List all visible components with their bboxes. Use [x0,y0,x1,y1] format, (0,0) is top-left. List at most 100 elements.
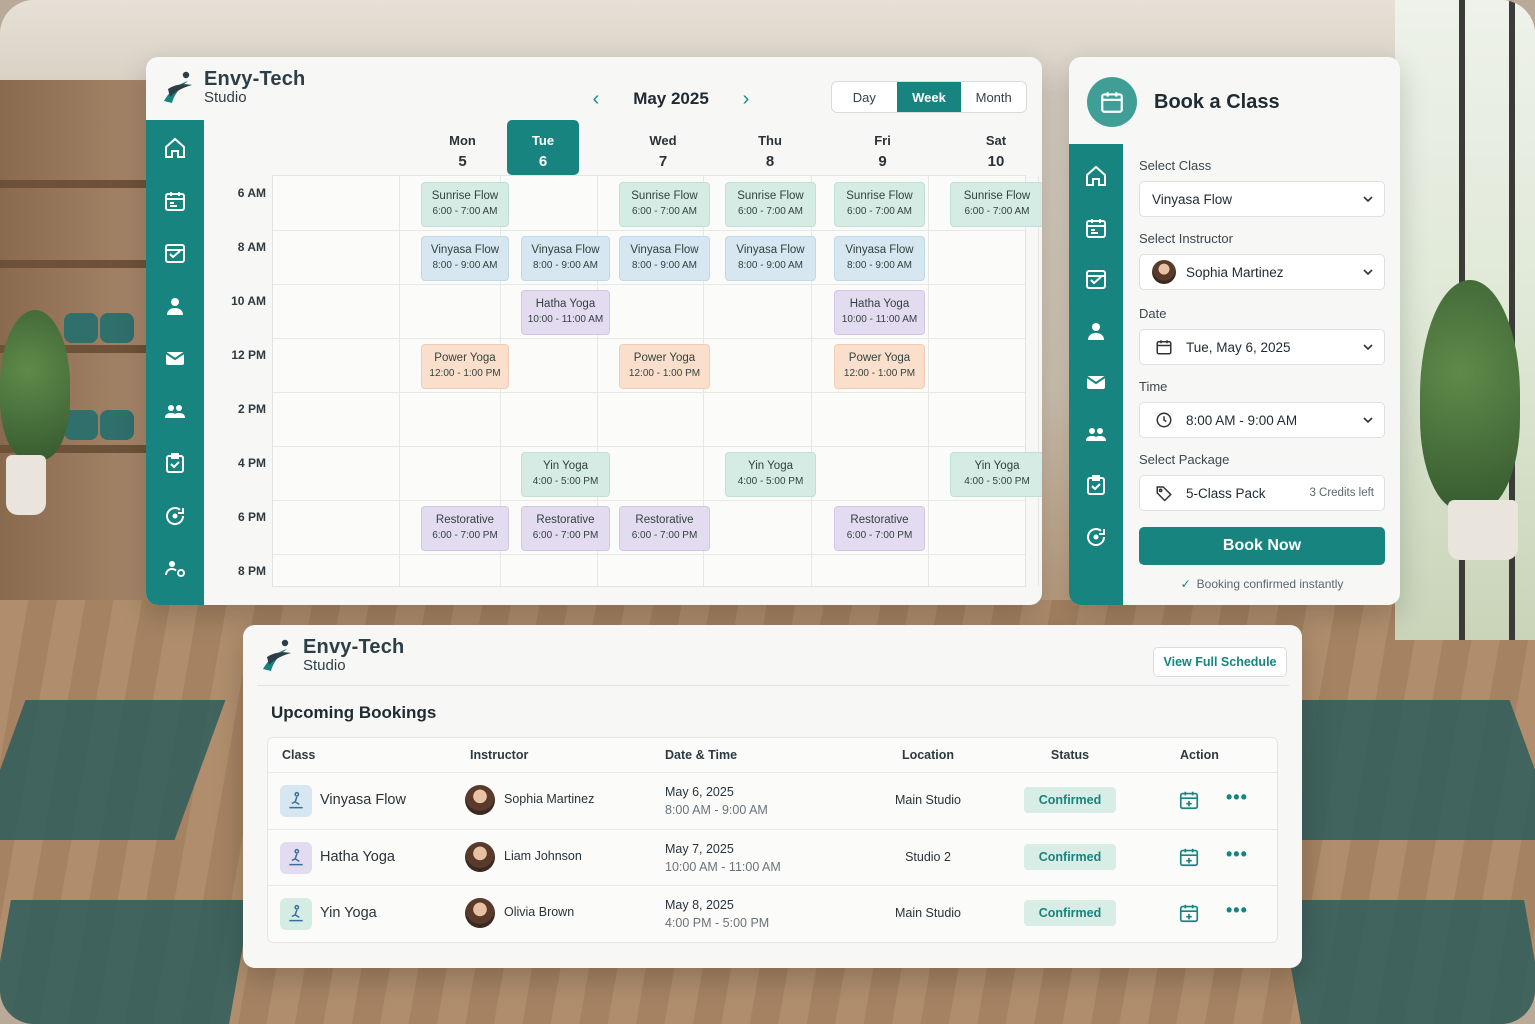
event-time: 12:00 - 1:00 PM [628,368,701,379]
class-event[interactable]: Hatha Yoga 10:00 - 11:00 AM [521,290,610,335]
grid-vline [1038,176,1039,586]
brand-logo[interactable]: Envy-Tech Studio [257,635,404,675]
day-name: Tue [531,133,555,148]
class-name: Vinyasa Flow [320,792,406,808]
col-class[interactable]: Class [282,748,315,762]
day-header[interactable]: Thu 8 [716,120,824,175]
day-header[interactable]: Tue 6 [507,120,579,175]
class-event[interactable]: Sunrise Flow 6:00 - 7:00 AM [421,182,509,227]
more-options-button[interactable]: ••• [1226,844,1248,865]
view-full-schedule-button[interactable]: View Full Schedule [1153,647,1287,677]
bg-mat-roll [100,410,134,440]
event-time: 6:00 - 7:00 PM [532,530,599,541]
table-row[interactable]: Hatha Yoga Liam Johnson May 7, 2025 10:00 A… [268,828,1277,885]
class-event[interactable]: Restorative 6:00 - 7:00 PM [421,506,509,551]
view-day-button[interactable]: Day [832,82,897,112]
day-header[interactable]: Wed 7 [610,120,716,175]
class-event[interactable]: Yin Yoga 4:00 - 5:00 PM [950,452,1042,497]
sync-icon[interactable] [1084,525,1108,549]
col-status[interactable]: Status [1024,748,1116,762]
home-icon[interactable] [1084,164,1108,188]
time-label: 6 AM [237,186,266,200]
package-select[interactable]: 5-Class Pack 3 Credits left [1139,475,1385,511]
instructor-select[interactable]: Sophia Martinez [1139,254,1385,290]
event-time: 8:00 - 9:00 AM [737,260,804,271]
class-event[interactable]: Sunrise Flow 6:00 - 7:00 AM [834,182,925,227]
bg-mat [0,900,251,1024]
schedule-icon[interactable] [163,241,187,265]
class-event[interactable]: Vinyasa Flow 8:00 - 9:00 AM [834,236,925,281]
time-select[interactable]: 8:00 AM - 9:00 AM [1139,402,1385,438]
view-week-button[interactable]: Week [896,82,962,112]
mail-icon[interactable] [163,346,187,370]
table-row[interactable]: Vinyasa Flow Sophia Martinez May 6, 2025 8:… [268,772,1277,828]
more-options-button[interactable]: ••• [1226,787,1248,808]
table-row[interactable]: Yin Yoga Olivia Brown May 8, 2025 4:00 PM -… [268,885,1277,941]
add-to-calendar-icon[interactable] [1178,902,1200,924]
upcoming-bookings-panel: Envy-Tech Studio View Full Schedule Upco… [243,625,1302,968]
book-now-button[interactable]: Book Now [1139,527,1385,565]
user-icon[interactable] [163,294,187,318]
add-to-calendar-icon[interactable] [1178,846,1200,868]
calendar-icon[interactable] [163,189,187,213]
group-icon[interactable] [1084,422,1108,446]
bg-shelf [0,260,150,268]
bg-shelf [0,180,150,188]
class-event[interactable]: Restorative 6:00 - 7:00 PM [521,506,610,551]
col-datetime[interactable]: Date & Time [665,748,737,762]
view-month-button[interactable]: Month [961,82,1026,112]
grid-hline [273,230,1025,231]
time-label: 10 AM [231,294,266,308]
class-event[interactable]: Sunrise Flow 6:00 - 7:00 AM [725,182,816,227]
class-event[interactable]: Vinyasa Flow 8:00 - 9:00 AM [421,236,509,281]
class-event[interactable]: Power Yoga 12:00 - 1:00 PM [421,344,509,389]
col-instructor[interactable]: Instructor [470,748,528,762]
event-name: Yin Yoga [543,460,588,472]
class-event[interactable]: Power Yoga 12:00 - 1:00 PM [834,344,925,389]
class-event[interactable]: Hatha Yoga 10:00 - 11:00 AM [834,290,925,335]
package-label: Select Package [1139,452,1230,467]
settings-icon[interactable] [163,556,187,580]
class-select[interactable]: Vinyasa Flow [1139,181,1385,217]
date-select[interactable]: Tue, May 6, 2025 [1139,329,1385,365]
event-time: 10:00 - 11:00 AM [527,314,604,325]
class-event[interactable]: Yin Yoga 4:00 - 5:00 PM [521,452,610,497]
sync-icon[interactable] [163,504,187,528]
status-badge: Confirmed [1024,900,1116,926]
next-month-button[interactable]: › [736,88,756,111]
class-event[interactable]: Power Yoga 12:00 - 1:00 PM [619,344,710,389]
class-event[interactable]: Vinyasa Flow 8:00 - 9:00 AM [619,236,710,281]
event-name: Sunrise Flow [846,190,913,202]
prev-month-button[interactable]: ‹ [586,88,606,111]
brand-logo[interactable]: Envy-Tech Studio [158,67,305,107]
clipboard-icon[interactable] [1084,473,1108,497]
class-event[interactable]: Sunrise Flow 6:00 - 7:00 AM [950,182,1042,227]
group-icon[interactable] [163,399,187,423]
mail-icon[interactable] [1084,370,1108,394]
day-header[interactable]: Fri 9 [824,120,941,175]
more-options-button[interactable]: ••• [1226,900,1248,921]
check-icon: ✓ [1180,577,1191,591]
view-toggle: Day Week Month [831,81,1027,113]
class-event[interactable]: Restorative 6:00 - 7:00 PM [834,506,925,551]
class-event[interactable]: Yin Yoga 4:00 - 5:00 PM [725,452,816,497]
class-event[interactable]: Vinyasa Flow 8:00 - 9:00 AM [521,236,610,281]
day-header[interactable]: Mon 5 [412,120,513,175]
schedule-icon[interactable] [1084,267,1108,291]
day-header[interactable]: Sat 10 [941,120,1042,175]
class-event[interactable]: Vinyasa Flow 8:00 - 9:00 AM [725,236,816,281]
class-name: Yin Yoga [320,905,377,921]
class-event[interactable]: Restorative 6:00 - 7:00 PM [619,506,710,551]
calendar-icon[interactable] [1084,216,1108,240]
day-number: 6 [538,153,548,170]
booking-date: May 8, 2025 [665,898,734,912]
user-icon[interactable] [1084,319,1108,343]
day-name: Mon [449,133,476,148]
add-to-calendar-icon[interactable] [1178,789,1200,811]
home-icon[interactable] [163,136,187,160]
clipboard-icon[interactable] [163,451,187,475]
class-event[interactable]: Sunrise Flow 6:00 - 7:00 AM [619,182,710,227]
event-name: Sunrise Flow [963,190,1031,202]
booking-time: 8:00 AM - 9:00 AM [665,803,768,817]
col-location[interactable]: Location [858,748,998,762]
